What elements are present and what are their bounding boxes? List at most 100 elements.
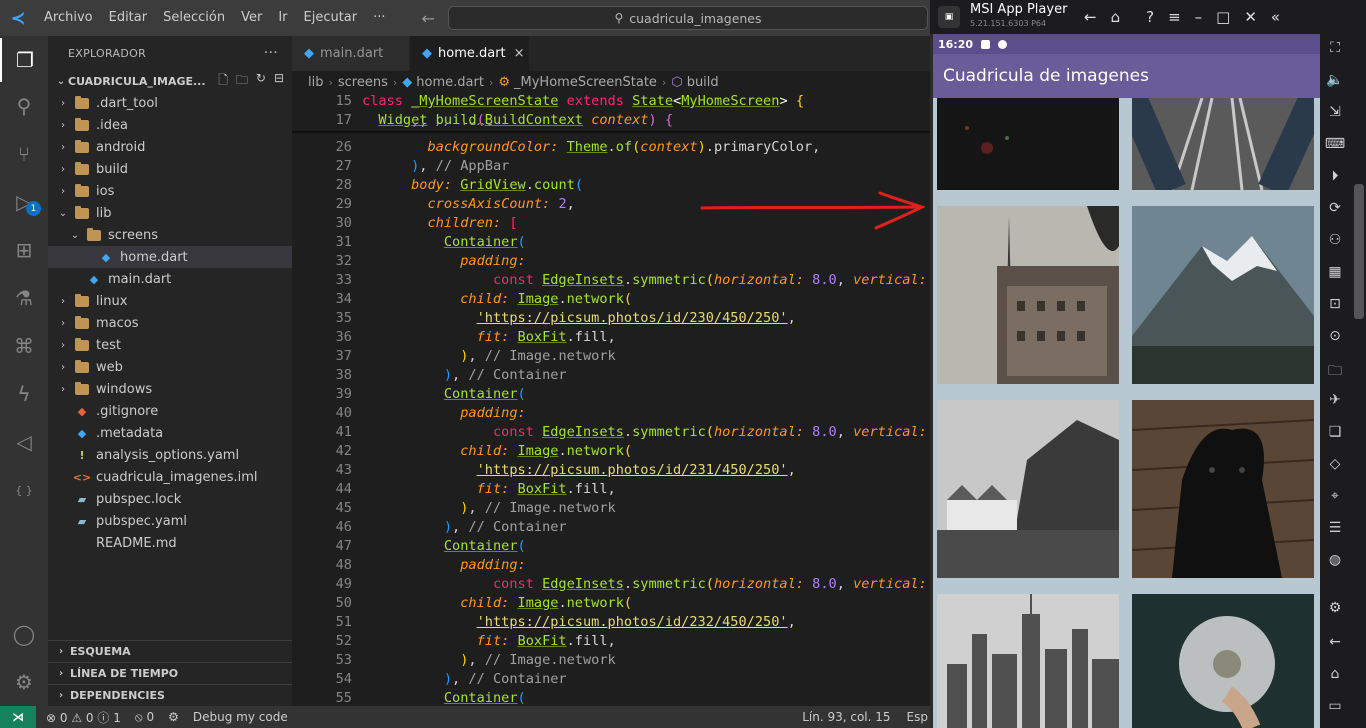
screen-record-icon[interactable]: ⊙: [1320, 328, 1350, 344]
indentation-status[interactable]: Esp: [907, 710, 928, 724]
run-debug-icon[interactable]: ▷ 1: [0, 180, 48, 224]
code-line[interactable]: ), // Image.network: [362, 652, 616, 668]
section-timeline[interactable]: › LÍNEA DE TIEMPO: [48, 662, 292, 684]
photo-snowy-mountain-tile[interactable]: [1132, 206, 1314, 384]
tree-item[interactable]: ◆ .gitignore: [48, 400, 292, 422]
extensions-icon[interactable]: ⊞: [0, 228, 48, 272]
code-line[interactable]: 'https://picsum.photos/id/230/450/250',: [362, 310, 796, 326]
code-line[interactable]: ), // Container: [362, 671, 567, 687]
tree-item[interactable]: ▰ pubspec.yaml: [48, 510, 292, 532]
code-line[interactable]: ), // Container: [362, 367, 567, 383]
menu-item-5[interactable]: Ejecutar: [296, 0, 366, 36]
menu-item-4[interactable]: Ir: [270, 0, 295, 36]
settings-gear-icon[interactable]: ⚙: [1320, 600, 1350, 616]
sync-icon[interactable]: ◍: [1320, 552, 1350, 568]
code-line[interactable]: Container(: [362, 538, 526, 554]
gamepad-icon[interactable]: ⚇: [1320, 232, 1350, 248]
source-control-icon[interactable]: ⑂: [0, 132, 48, 176]
code-line[interactable]: child: Image.network(: [362, 595, 632, 611]
fps-icon[interactable]: ▦: [1320, 264, 1350, 280]
tree-item[interactable]: README.md: [48, 532, 292, 554]
collapse-sidebar-icon[interactable]: «: [1271, 8, 1280, 26]
photo-black-dog-tile[interactable]: [1132, 400, 1314, 578]
eco-mode-icon[interactable]: ◇: [1320, 456, 1350, 472]
code-line[interactable]: Container(: [362, 690, 526, 706]
search-icon[interactable]: ⚲: [0, 84, 48, 128]
home-icon[interactable]: ⌂: [1111, 8, 1121, 26]
section-dependencies[interactable]: › DEPENDENCIES: [48, 684, 292, 706]
tree-item[interactable]: ◆ .metadata: [48, 422, 292, 444]
code-line[interactable]: const EdgeInsets.symmetric(horizontal: 8…: [362, 576, 930, 592]
tree-item[interactable]: › android: [48, 136, 292, 158]
macro-record-icon[interactable]: ⏵: [1320, 168, 1350, 184]
code-line[interactable]: crossAxisCount: 2,: [362, 196, 574, 212]
code-line[interactable]: 'https://picsum.photos/id/232/450/250',: [362, 614, 796, 630]
workspace-folder-header[interactable]: ⌄ CUADRICULA_IMAGE... 🗋 🗀 ↻ ⊟: [48, 70, 292, 92]
volume-icon[interactable]: 🔈: [1320, 72, 1350, 88]
folder-icon[interactable]: 🗀: [1320, 360, 1350, 384]
vscode-logo-icon[interactable]: ≺: [0, 0, 36, 36]
screenshot-icon[interactable]: ⊡: [1320, 296, 1350, 312]
code-line[interactable]: ), // AppBar: [362, 158, 509, 174]
command-center-search[interactable]: ⚲ cuadricula_imagenes: [448, 6, 928, 30]
cursor-position[interactable]: Lín. 93, col. 15: [802, 710, 890, 724]
tree-item[interactable]: ! analysis_options.yaml: [48, 444, 292, 466]
menu-item-6[interactable]: ···: [365, 0, 393, 36]
code-line[interactable]: body: GridView.count(: [362, 177, 583, 193]
tree-item[interactable]: ⌄ screens: [48, 224, 292, 246]
breadcrumb-class[interactable]: _MyHomeScreenState: [514, 75, 657, 90]
tree-item[interactable]: › ios: [48, 180, 292, 202]
close-tab-icon[interactable]: ×: [514, 46, 525, 61]
code-line[interactable]: ), // Container: [362, 519, 567, 535]
problems-indicator[interactable]: ⊗ 0 ⚠ 0 ⓘ 1: [46, 709, 121, 726]
toolbar-scrollbar[interactable]: [1354, 184, 1364, 319]
breadcrumb-lib[interactable]: lib: [308, 75, 323, 90]
code-line[interactable]: padding:: [362, 557, 525, 573]
menu-item-0[interactable]: Archivo: [36, 0, 101, 36]
close-icon[interactable]: ✕: [1244, 8, 1257, 26]
tree-item[interactable]: › .dart_tool: [48, 92, 292, 114]
debug-config-icon[interactable]: ⚙: [168, 710, 179, 724]
tree-item[interactable]: › macos: [48, 312, 292, 334]
tree-item[interactable]: ◆ main.dart: [48, 268, 292, 290]
help-icon[interactable]: ?: [1146, 8, 1154, 26]
layers-icon[interactable]: ☰: [1320, 520, 1350, 536]
breadcrumb-screens[interactable]: screens: [338, 75, 388, 90]
location-icon[interactable]: ⌖: [1320, 488, 1350, 504]
flutter-icon[interactable]: ◁: [0, 420, 48, 464]
account-icon[interactable]: ◯: [0, 612, 48, 656]
code-line[interactable]: child: Image.network(: [362, 291, 632, 307]
section-esquema[interactable]: › ESQUEMA: [48, 640, 292, 662]
menu-item-1[interactable]: Editar: [101, 0, 156, 36]
tree-item[interactable]: › build: [48, 158, 292, 180]
photo-cliff-houses-tile[interactable]: [937, 400, 1119, 578]
android-back-icon[interactable]: ←: [1320, 634, 1350, 650]
ports-indicator[interactable]: ⦸ 0: [135, 710, 154, 725]
photo-dandelion-tile[interactable]: [1132, 594, 1314, 728]
multi-instance-icon[interactable]: ❏: [1320, 424, 1350, 440]
new-file-icon[interactable]: 🗋: [218, 71, 228, 92]
code-line[interactable]: fit: BoxFit.fill,: [362, 329, 616, 345]
code-line[interactable]: const EdgeInsets.symmetric(horizontal: 8…: [362, 424, 930, 440]
maximize-icon[interactable]: □: [1216, 8, 1230, 26]
fullscreen-icon[interactable]: ⛶: [1320, 40, 1350, 56]
tree-item[interactable]: › linux: [48, 290, 292, 312]
debug-config-label[interactable]: Debug my code: [193, 710, 288, 724]
code-line[interactable]: padding:: [362, 253, 525, 269]
code-line[interactable]: ), // Image.network: [362, 500, 616, 516]
tree-item[interactable]: › windows: [48, 378, 292, 400]
tree-item[interactable]: <> cuadricula_imagenes.iml: [48, 466, 292, 488]
breadcrumb-method[interactable]: build: [687, 75, 719, 90]
tab-main-dart[interactable]: ◆ main.dart: [292, 36, 410, 71]
collapse-all-icon[interactable]: ⊟: [274, 71, 284, 92]
code-line[interactable]: padding:: [362, 405, 525, 421]
android-recents-icon[interactable]: ▭: [1320, 698, 1350, 714]
code-line[interactable]: Container(: [362, 234, 526, 250]
code-line[interactable]: fit: BoxFit.fill,: [362, 481, 616, 497]
tree-item[interactable]: ▰ pubspec.lock: [48, 488, 292, 510]
code-line[interactable]: child: Image.network(: [362, 443, 632, 459]
keyboard-icon[interactable]: ⌨: [1320, 136, 1350, 152]
remote-indicator-icon[interactable]: ⋊: [0, 706, 36, 728]
settings-gear-icon[interactable]: ⚙: [0, 660, 48, 704]
breadcrumb-file[interactable]: home.dart: [416, 75, 484, 90]
